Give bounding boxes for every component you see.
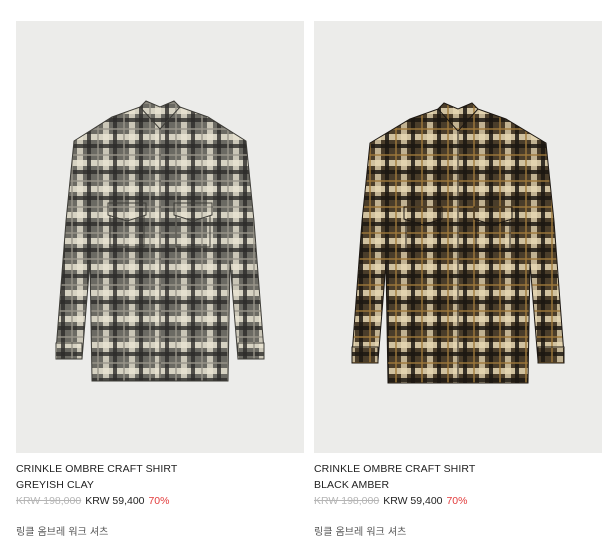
original-price: KRW 198,000 bbox=[314, 495, 380, 507]
product-image[interactable] bbox=[16, 21, 304, 453]
discount-badge: 70% bbox=[446, 495, 468, 507]
shirt-illustration bbox=[351, 102, 565, 384]
price-row: KRW 198,000 KRW 59,400 70% bbox=[314, 493, 602, 509]
sale-price: KRW 59,400 bbox=[383, 495, 443, 507]
sale-price: KRW 59,400 bbox=[85, 495, 145, 507]
product-name[interactable]: CRINKLE OMBRE CRAFT SHIRT bbox=[314, 461, 602, 477]
product-grid: CRINKLE OMBRE CRAFT SHIRT GREYISH CLAY K… bbox=[0, 0, 608, 557]
product-image[interactable] bbox=[314, 21, 602, 453]
product-name[interactable]: CRINKLE OMBRE CRAFT SHIRT bbox=[16, 461, 304, 477]
discount-badge: 70% bbox=[148, 495, 170, 507]
product-info: CRINKLE OMBRE CRAFT SHIRT BLACK AMBER KR… bbox=[314, 461, 602, 538]
product-color[interactable]: BLACK AMBER bbox=[314, 477, 602, 493]
original-price: KRW 198,000 bbox=[16, 495, 82, 507]
price-row: KRW 198,000 KRW 59,400 70% bbox=[16, 493, 304, 509]
shirt-illustration bbox=[55, 100, 265, 382]
product-korean-name: 링클 옴브레 워크 셔츠 bbox=[314, 527, 407, 538]
product-color[interactable]: GREYISH CLAY bbox=[16, 477, 304, 493]
product-info: CRINKLE OMBRE CRAFT SHIRT GREYISH CLAY K… bbox=[16, 461, 304, 538]
product-korean-name: 링클 옴브레 워크 셔츠 bbox=[16, 527, 109, 538]
